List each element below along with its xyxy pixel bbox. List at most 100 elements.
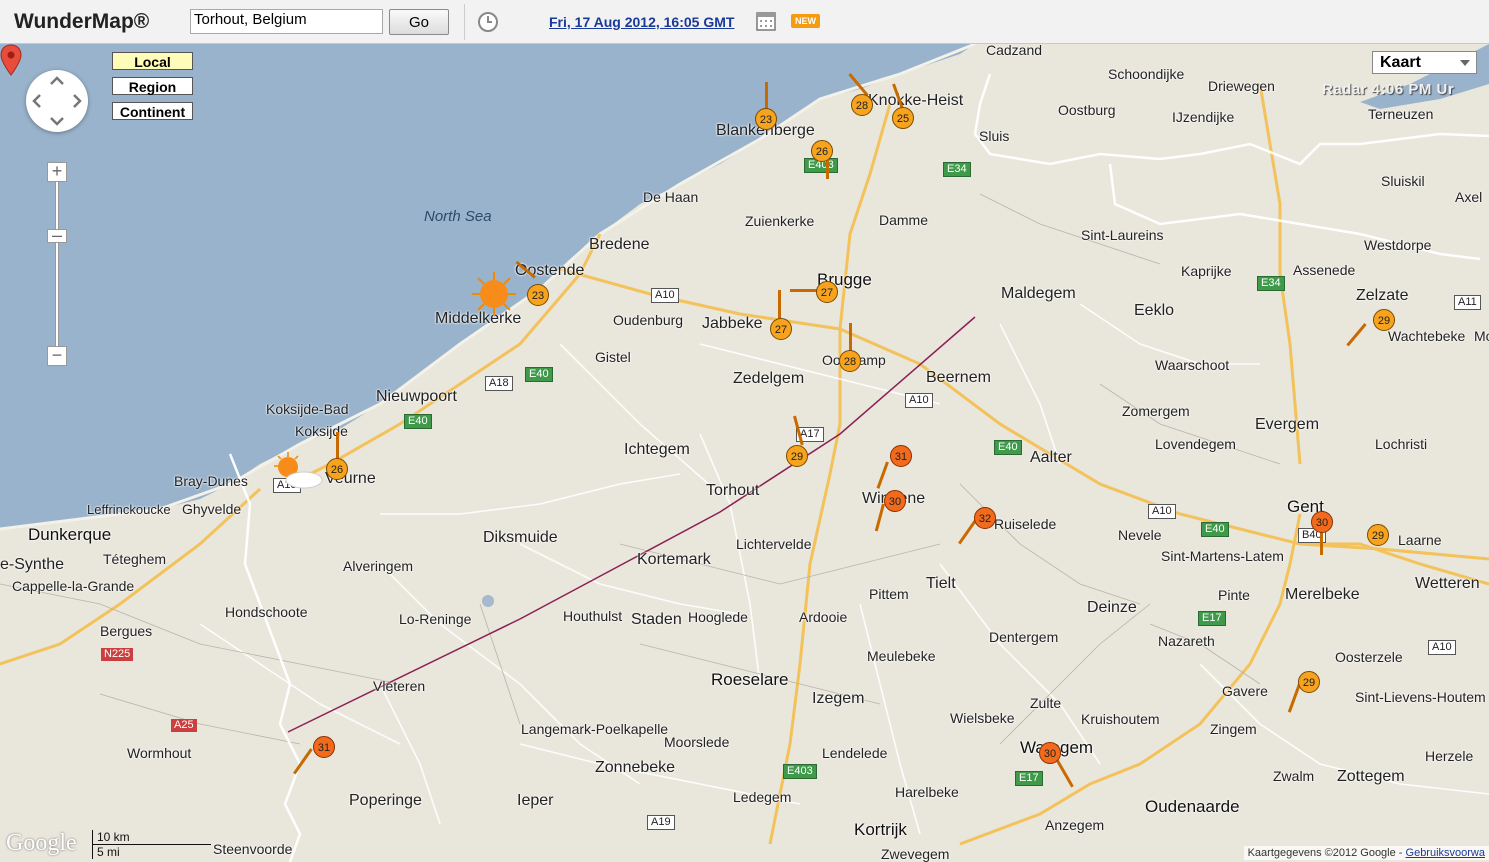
place-label: Assenede: [1293, 262, 1356, 278]
place-label: Bergues: [100, 623, 153, 639]
place-label: Cadzand: [986, 44, 1043, 58]
place-label: Knokke-Heist: [868, 92, 964, 109]
place-label: Evergem: [1255, 416, 1320, 433]
place-label: Sint-Lievens-Houtem: [1355, 689, 1486, 705]
zoom-slider-track[interactable]: [55, 172, 59, 358]
place-label: Damme: [879, 212, 929, 228]
road-shield: E17: [1015, 771, 1043, 786]
place-label: Zulte: [1030, 695, 1062, 711]
road-shield: A19: [647, 815, 675, 830]
place-label: Bredene: [589, 236, 650, 253]
scale-local-button[interactable]: Local: [112, 52, 193, 70]
place-label: Kortemark: [637, 551, 711, 568]
place-label: Zelzate: [1356, 287, 1409, 304]
place-label: Kruishoutem: [1081, 711, 1160, 727]
place-label: Houthulst: [563, 608, 623, 624]
place-label: Terneuzen: [1368, 106, 1434, 122]
zoom-slider-handle[interactable]: –: [47, 226, 67, 244]
pan-control[interactable]: [26, 70, 88, 132]
place-label: Zottegem: [1337, 768, 1405, 785]
place-label: Ardooie: [799, 609, 848, 625]
map-type-select[interactable]: Kaart: [1372, 51, 1477, 74]
road-shield: E40: [525, 367, 553, 382]
google-logo: Google: [6, 830, 77, 856]
place-label: Diksmuide: [483, 529, 558, 546]
place-label: Waarschoot: [1155, 357, 1230, 373]
road-shield: A10: [1428, 640, 1456, 655]
road-shield: A10: [1148, 504, 1176, 519]
road-shield: A10: [905, 393, 933, 408]
scale-mi: 5 mi: [92, 845, 211, 859]
road-shield: E40: [404, 414, 432, 429]
terms-link[interactable]: Gebruiksvoorwa: [1406, 847, 1485, 859]
place-label: Koksijde: [295, 423, 348, 439]
scale-km: 10 km: [92, 830, 211, 845]
location-search-input[interactable]: Torhout, Belgium: [190, 9, 383, 34]
location-pin-icon[interactable]: [0, 44, 22, 76]
place-label: Driewegen: [1208, 78, 1275, 94]
place-label: Maldegem: [1001, 285, 1076, 302]
place-label: Meulebeke: [867, 648, 936, 664]
place-label: Zonnebeke: [595, 759, 676, 776]
place-label: Schoondijke: [1108, 66, 1185, 82]
clock-icon[interactable]: [477, 11, 499, 33]
go-button[interactable]: Go: [389, 9, 449, 35]
place-label: Lochristi: [1375, 436, 1428, 452]
place-label: Lendelede: [822, 745, 888, 761]
place-label: Nieuwpoort: [376, 388, 457, 405]
place-label: Mo: [1474, 328, 1489, 344]
map-copyright: Kaartgegevens ©2012 Google - Gebruiksvoo…: [1243, 846, 1489, 860]
place-label: Pinte: [1218, 587, 1250, 603]
app-logo: WunderMap®: [14, 10, 150, 33]
place-label: Deinze: [1087, 599, 1137, 616]
place-label: Kortrijk: [854, 820, 907, 839]
toolbar-divider: [464, 4, 465, 40]
calendar-icon[interactable]: [756, 11, 776, 31]
zoom-in-button[interactable]: +: [47, 162, 67, 182]
road-shield: A10: [651, 288, 679, 303]
place-label: Jabbeke: [702, 315, 763, 332]
place-label: Anzegem: [1045, 817, 1105, 833]
place-label: Ichtegem: [624, 441, 690, 458]
place-label: Lo-Reninge: [399, 611, 472, 627]
partly-cloudy-icon[interactable]: [268, 450, 324, 490]
zoom-out-button[interactable]: −: [47, 346, 67, 366]
place-label: Alveringem: [343, 558, 414, 574]
place-label: e-Synthe: [0, 556, 65, 573]
road-shield: A11: [1454, 295, 1481, 310]
place-label: Zingem: [1210, 721, 1257, 737]
road-shield: E17: [1198, 611, 1226, 626]
map-base-layer: [0, 44, 1489, 862]
place-label: Pittem: [869, 586, 909, 602]
place-label: Laarne: [1398, 532, 1442, 548]
place-label: Cappelle-la-Grande: [12, 578, 135, 594]
place-label: Izegem: [812, 690, 865, 707]
place-label: Wachtebeke: [1388, 328, 1466, 344]
place-label: Sint-Martens-Latem: [1161, 548, 1284, 564]
place-label: Lichtervelde: [736, 536, 812, 552]
place-label: Nazareth: [1158, 633, 1215, 649]
place-label: Dentergem: [989, 629, 1059, 645]
place-label: Aalter: [1030, 449, 1072, 466]
place-label: Tielt: [926, 575, 956, 592]
place-label: Sint-Laureins: [1081, 227, 1164, 243]
sunny-icon[interactable]: [470, 270, 518, 318]
place-label: Hondschoote: [225, 604, 308, 620]
map-type-value: Kaart: [1380, 54, 1421, 71]
place-label: Merelbeke: [1285, 586, 1360, 603]
place-label: Sluis: [979, 128, 1010, 144]
place-label: Beernem: [926, 369, 991, 386]
map-canvas[interactable]: North Sea Cadzand Schoondijke Driewegen …: [0, 44, 1489, 862]
road-shield: E40: [1201, 522, 1229, 537]
place-label: Torhout: [706, 482, 760, 499]
chevron-down-icon: [1460, 60, 1470, 66]
scale-region-button[interactable]: Region: [112, 77, 193, 95]
copyright-text: Kaartgegevens ©2012 Google -: [1247, 847, 1406, 859]
pan-arrows-icon: [32, 76, 82, 126]
place-label: Poperinge: [349, 792, 422, 809]
place-label: Sluiskil: [1381, 173, 1425, 189]
place-label: Nevele: [1118, 527, 1162, 543]
datetime-link[interactable]: Fri, 17 Aug 2012, 16:05 GMT: [549, 14, 734, 30]
place-label: Wetteren: [1415, 575, 1480, 592]
scale-continent-button[interactable]: Continent: [112, 102, 193, 120]
